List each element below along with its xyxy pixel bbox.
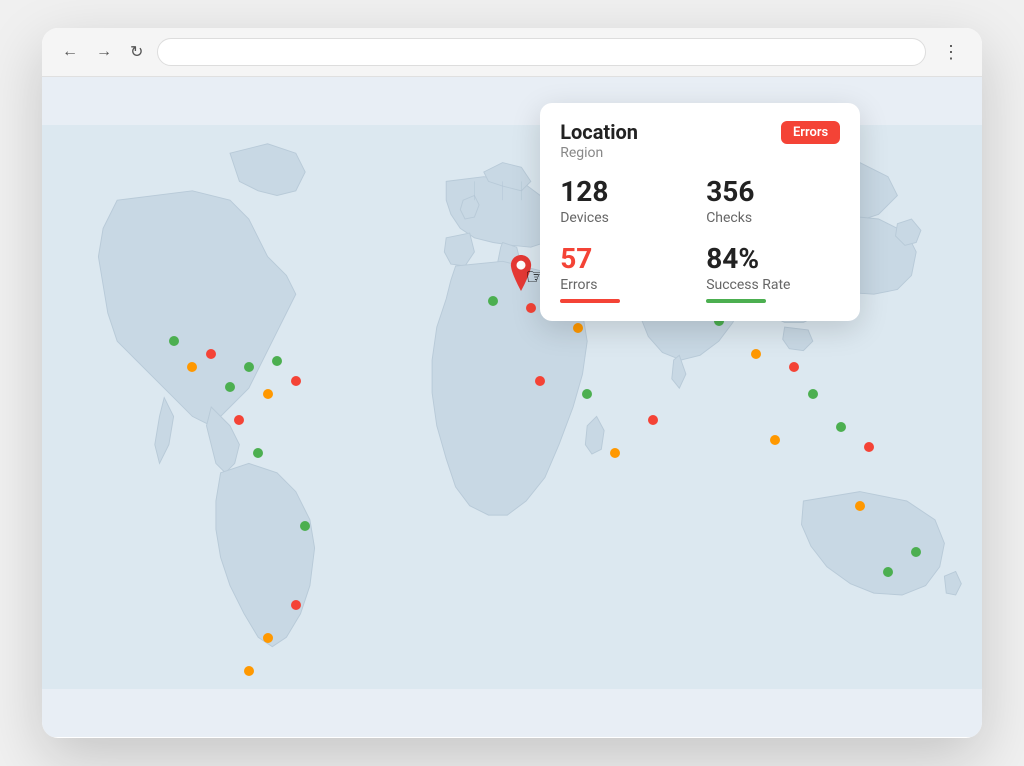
- map-dot: [582, 389, 592, 399]
- errors-bar: [560, 299, 620, 303]
- map-pin[interactable]: ☞: [507, 255, 535, 295]
- browser-toolbar: ← → ↻ ⋮: [42, 28, 982, 77]
- map-dot: [291, 600, 301, 610]
- map-dot: [206, 349, 216, 359]
- stat-checks: 356 Checks: [706, 177, 840, 232]
- tooltip-title-block: Location Region: [560, 121, 638, 161]
- map-dot: [648, 415, 658, 425]
- success-label: Success Rate: [706, 277, 840, 293]
- map-dot: [225, 382, 235, 392]
- map-dot: [234, 415, 244, 425]
- map-container: ☞ Location Region Errors 128 Devices 356: [42, 77, 982, 737]
- checks-label: Checks: [706, 210, 840, 226]
- map-dot: [291, 376, 301, 386]
- map-dot: [610, 448, 620, 458]
- location-tooltip: Location Region Errors 128 Devices 356 C…: [540, 103, 860, 321]
- map-dot: [263, 633, 273, 643]
- map-dot: [535, 376, 545, 386]
- map-dot: [751, 349, 761, 359]
- map-dot: [263, 389, 273, 399]
- forward-button[interactable]: →: [92, 41, 116, 63]
- map-dot: [883, 567, 893, 577]
- map-dot: [488, 296, 498, 306]
- map-dot: [244, 362, 254, 372]
- map-dot: [526, 303, 536, 313]
- map-dot: [253, 448, 263, 458]
- errors-value: 57: [560, 244, 694, 275]
- map-dot: [864, 442, 874, 452]
- success-bar: [706, 299, 766, 303]
- map-dot: [272, 356, 282, 366]
- tooltip-title: Location: [560, 121, 638, 143]
- stat-errors: 57 Errors: [560, 244, 694, 303]
- devices-label: Devices: [560, 210, 694, 226]
- tooltip-header: Location Region Errors: [560, 121, 840, 161]
- back-button[interactable]: ←: [58, 41, 82, 63]
- map-dot: [770, 435, 780, 445]
- success-value: 84%: [706, 244, 840, 275]
- tooltip-subtitle: Region: [560, 145, 638, 161]
- stat-devices: 128 Devices: [560, 177, 694, 232]
- map-dot: [836, 422, 846, 432]
- map-dot: [169, 336, 179, 346]
- checks-value: 356: [706, 177, 840, 208]
- map-dot: [789, 362, 799, 372]
- address-bar[interactable]: [157, 38, 926, 66]
- map-dot: [911, 547, 921, 557]
- map-dot: [855, 501, 865, 511]
- refresh-button[interactable]: ↻: [126, 40, 147, 64]
- errors-label: Errors: [560, 277, 694, 293]
- map-dot: [187, 362, 197, 372]
- stat-success: 84% Success Rate: [706, 244, 840, 303]
- error-badge: Errors: [781, 121, 840, 144]
- browser-menu-button[interactable]: ⋮: [936, 40, 966, 65]
- map-dot: [244, 666, 254, 676]
- map-dot: [300, 521, 310, 531]
- browser-window: ← → ↻ ⋮: [42, 28, 982, 738]
- stats-grid: 128 Devices 356 Checks 57 Errors 84% S: [560, 177, 840, 303]
- map-dot: [808, 389, 818, 399]
- map-dot: [573, 323, 583, 333]
- devices-value: 128: [560, 177, 694, 208]
